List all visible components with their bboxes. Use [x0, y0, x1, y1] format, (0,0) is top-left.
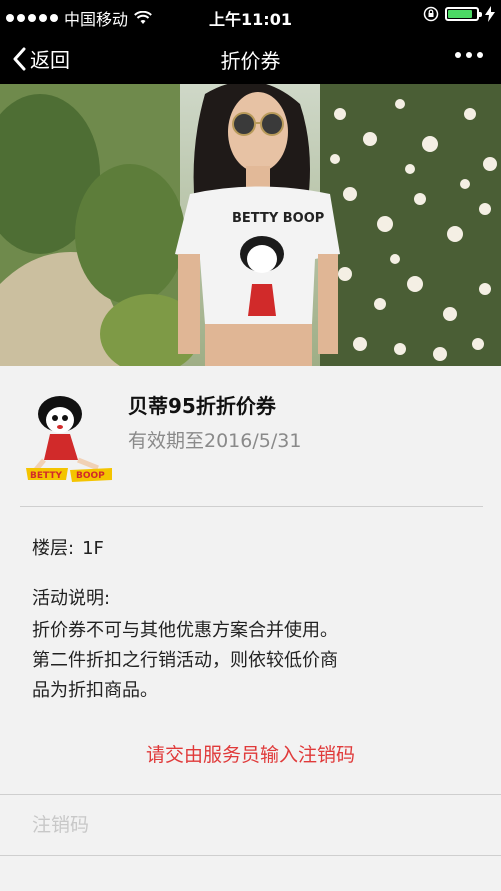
divider — [0, 855, 501, 856]
coupon-header: BETTY BOOP 贝蒂95折折价券 有效期至2016/5/31 — [0, 366, 501, 506]
more-dot — [455, 52, 461, 58]
shirt-text: BETTY BOOP — [232, 211, 324, 226]
more-dot — [466, 52, 472, 58]
description-line: 折价券不可与其他优惠方案合并使用。 — [32, 620, 338, 641]
more-button[interactable] — [455, 52, 483, 58]
divider — [20, 506, 483, 507]
more-dot — [477, 52, 483, 58]
status-bar: 中国移动 上午11:01 — [0, 0, 501, 32]
rotation-lock-icon — [423, 6, 439, 22]
floor-value: 1F — [82, 538, 104, 559]
floor-row: 楼层: 1F — [32, 534, 104, 560]
nav-bar: 返回 折价券 — [0, 32, 501, 84]
floor-label: 楼层: — [32, 538, 75, 559]
redeem-hint: 请交由服务员输入注销码 — [145, 744, 355, 766]
charging-icon — [485, 6, 495, 22]
status-right — [423, 6, 495, 22]
description-line: 第二件折扣之行销活动，则依较低价商 — [32, 650, 338, 671]
description-line: 品为折扣商品。 — [32, 680, 158, 701]
description-body: 折价券不可与其他优惠方案合并使用。 第二件折扣之行销活动，则依较低价商 品为折扣… — [32, 616, 472, 706]
battery-icon — [445, 7, 482, 21]
logo-text-left: BETTY — [30, 471, 62, 481]
description-label: 活动说明: — [32, 588, 111, 609]
coupon-expiry: 有效期至2016/5/31 — [128, 430, 302, 452]
redemption-code-input[interactable] — [0, 795, 501, 855]
brand-logo: BETTY BOOP — [26, 396, 112, 482]
hero-image: BETTY BOOP — [0, 84, 501, 366]
coupon-title: 贝蒂95折折价券 — [128, 394, 276, 418]
logo-text-right: BOOP — [76, 471, 105, 481]
page-title: 折价券 — [220, 49, 281, 73]
hero-photo: BETTY BOOP — [0, 84, 501, 366]
